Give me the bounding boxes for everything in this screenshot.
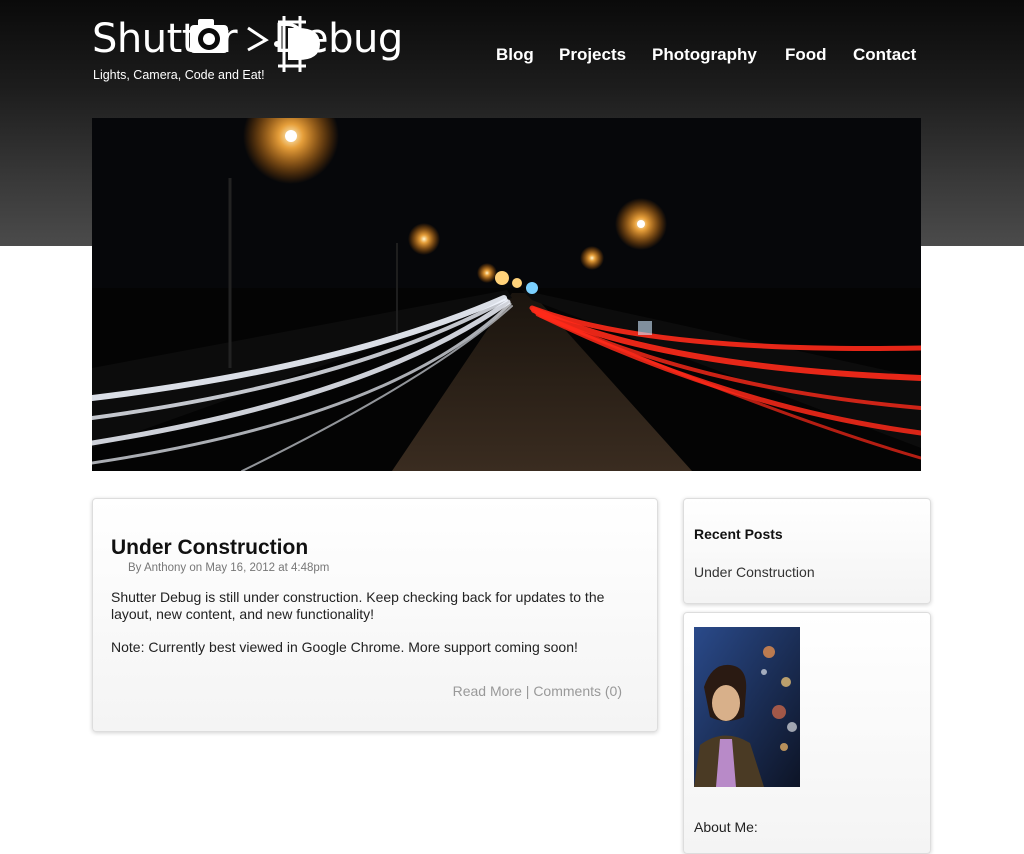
- recent-post-link[interactable]: Under Construction: [694, 564, 815, 580]
- nav-blog[interactable]: Blog: [496, 45, 534, 65]
- nav-contact[interactable]: Contact: [853, 45, 916, 65]
- post-links: Read More | Comments (0): [453, 683, 622, 699]
- nav-photography[interactable]: Photography: [652, 45, 757, 65]
- author-photo: [694, 627, 800, 787]
- post-meta: By Anthony on May 16, 2012 at 4:48pm: [128, 562, 330, 574]
- post-card: Under Construction By Anthony on May 16,…: [92, 498, 658, 732]
- post-body: Shutter Debug is still under constructio…: [111, 589, 641, 672]
- bug-icon: [247, 16, 320, 72]
- read-more-link[interactable]: Read More: [453, 683, 522, 699]
- post-paragraph: Note: Currently best viewed in Google Ch…: [111, 639, 578, 655]
- post-title[interactable]: Under Construction: [111, 536, 308, 560]
- site-logo[interactable]: Shutter Debug Lights, Camera, Code and E…: [92, 12, 432, 87]
- recent-posts-heading: Recent Posts: [694, 526, 783, 542]
- recent-posts-widget: Recent Posts Under Construction: [683, 498, 931, 604]
- about-widget: About Me:: [683, 612, 931, 854]
- link-separator: |: [521, 683, 534, 699]
- site-tagline: Lights, Camera, Code and Eat!: [93, 68, 265, 82]
- nav-food[interactable]: Food: [785, 45, 827, 65]
- nav-projects[interactable]: Projects: [559, 45, 626, 65]
- main-nav: Blog Projects Photography Food Contact: [480, 45, 920, 69]
- camera-icon: [190, 19, 228, 53]
- hero-banner-image: [92, 118, 921, 471]
- about-label: About Me:: [694, 819, 758, 835]
- post-paragraph: Shutter Debug is still under constructio…: [111, 589, 605, 622]
- comments-link[interactable]: Comments (0): [533, 683, 622, 699]
